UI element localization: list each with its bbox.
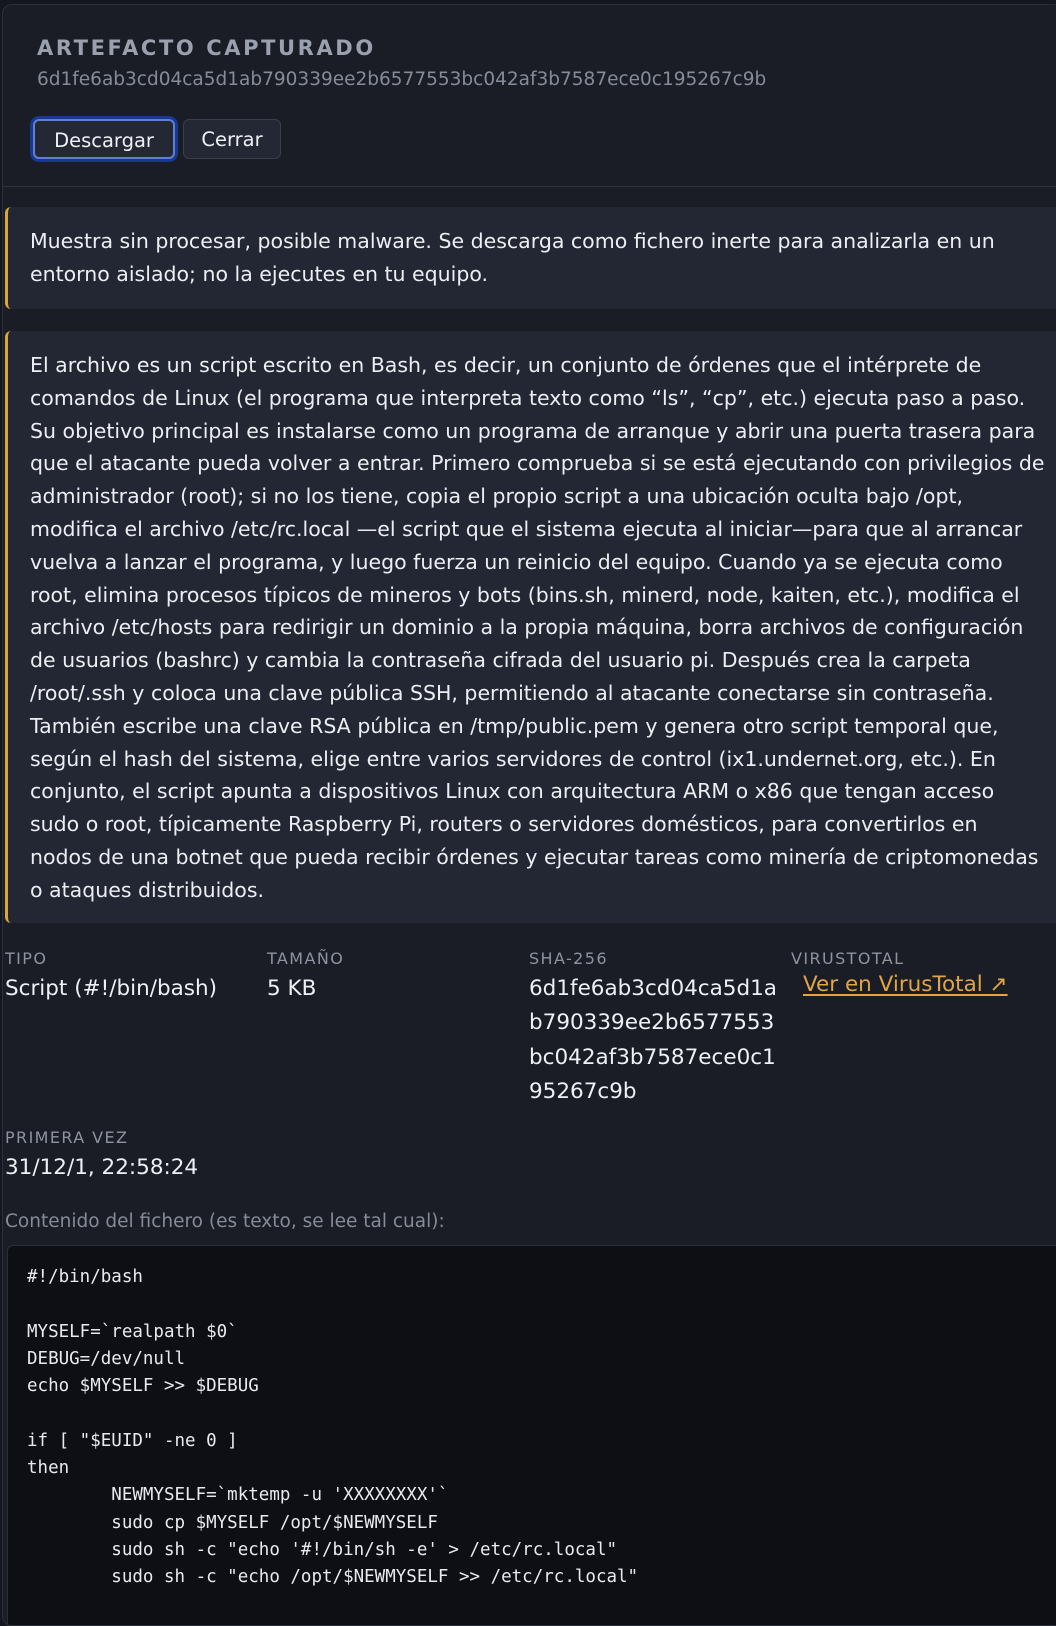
size-value: 5 KB <box>267 976 317 1001</box>
sha256-line: bc042af3b7587ece0c1 <box>529 1044 776 1070</box>
first-seen-value: 31/12/1, 22:58:24 <box>5 1155 199 1180</box>
artifact-header: ARTEFACTO CAPTURADO 6d1fe6ab3cd04ca5d1ab… <box>3 5 1056 187</box>
type-value: Script (#!/bin/bash) <box>5 976 217 1001</box>
size-label: TAMAÑO <box>267 949 345 968</box>
file-content-viewer[interactable]: #!/bin/bash MYSELF=`realpath $0` DEBUG=/… <box>7 1245 1056 1625</box>
sha256-line: 6d1fe6ab3cd04ca5d1a <box>529 976 777 1001</box>
first-seen-label: PRIMERA VEZ <box>5 1128 129 1147</box>
file-content-label: Contenido del fichero (es texto, se lee … <box>5 1211 445 1232</box>
analysis-summary: El archivo es un script escrito en Bash,… <box>5 331 1056 923</box>
sha256-label: SHA-256 <box>529 949 608 968</box>
malware-warning: Muestra sin procesar, posible malware. S… <box>5 207 1056 309</box>
download-button[interactable]: Descargar <box>33 119 175 159</box>
virustotal-link[interactable]: Ver en VirusTotal ↗ <box>803 972 1008 997</box>
sha256-line: 95267c9b <box>529 1078 637 1104</box>
artifact-hash: 6d1fe6ab3cd04ca5d1ab790339ee2b6577553bc0… <box>37 69 767 90</box>
type-label: TIPO <box>5 949 48 968</box>
file-content-code: #!/bin/bash MYSELF=`realpath $0` DEBUG=/… <box>27 1267 639 1588</box>
close-button[interactable]: Cerrar <box>183 119 281 159</box>
artifact-panel: ARTEFACTO CAPTURADO 6d1fe6ab3cd04ca5d1ab… <box>2 4 1056 1626</box>
artifact-eyebrow: ARTEFACTO CAPTURADO <box>37 36 376 60</box>
sha256-value: 6d1fe6ab3cd04ca5d1a b790339ee2b6577553 b… <box>529 972 777 1109</box>
virustotal-label: VIRUSTOTAL <box>791 949 905 968</box>
sha256-line: b790339ee2b6577553 <box>529 1010 775 1036</box>
